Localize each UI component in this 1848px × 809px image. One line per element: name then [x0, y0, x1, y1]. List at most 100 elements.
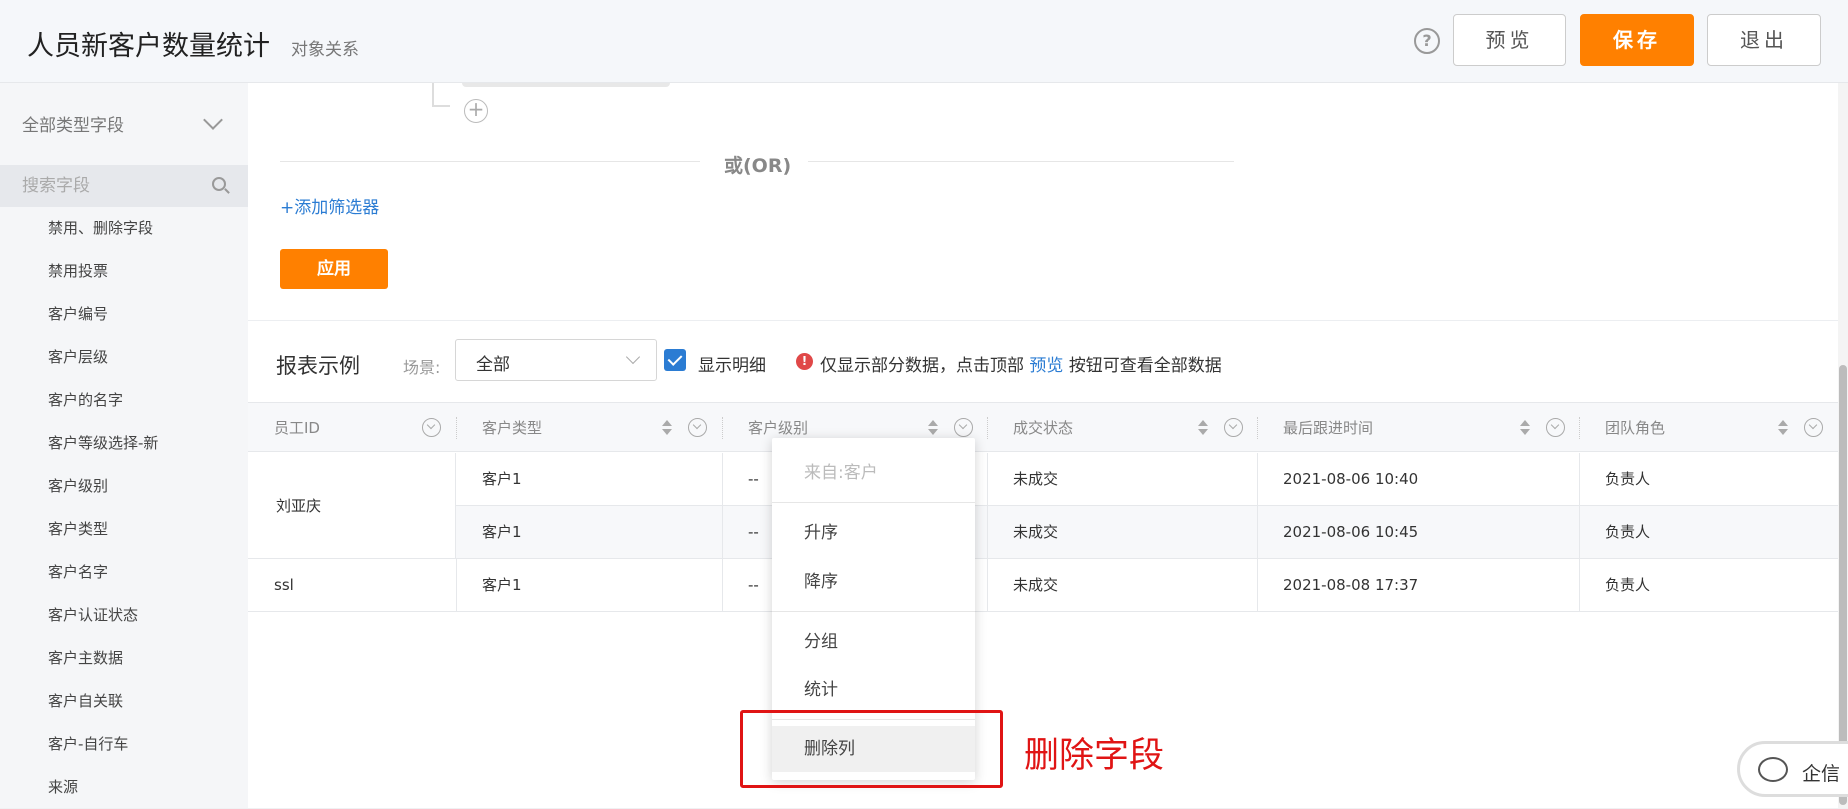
- warning-icon: !: [796, 353, 813, 370]
- column-header-customer-type[interactable]: 客户类型: [456, 403, 722, 453]
- field-item[interactable]: 客户层级: [0, 336, 248, 379]
- chevron-down-icon: [625, 349, 641, 365]
- annotation-label: 删除字段: [1024, 736, 1165, 776]
- cell-last-followup: 2021-08-06 10:40: [1283, 470, 1419, 488]
- field-sidebar: 全部类型字段 禁用、删除字段 禁用投票 客户编号 客户层级 客户的名字 客户等级…: [0, 83, 248, 808]
- column-header-last-followup[interactable]: 最后跟进时间: [1257, 403, 1579, 453]
- exit-button[interactable]: 退出: [1707, 14, 1821, 66]
- cell-last-followup: 2021-08-06 10:45: [1283, 523, 1419, 541]
- table-row: ssl 客户1 -- 未成交 2021-08-08 17:37 负责人: [248, 559, 1838, 612]
- notice-preview-link[interactable]: 预览: [1029, 356, 1063, 376]
- scene-select[interactable]: 全部: [455, 339, 657, 381]
- cell-customer-type: 客户1: [482, 523, 522, 541]
- menu-divider: [772, 502, 975, 503]
- table-row: 客户1 -- 未成交 2021-08-06 10:40 负责人: [248, 453, 1838, 506]
- menu-item-sort-desc[interactable]: 降序: [772, 559, 975, 605]
- main-panel: + 或(OR) +添加筛选器 应用 报表示例 场景: 全部 显示明细 ! 仅显示…: [248, 83, 1838, 808]
- chat-label: 企信: [1802, 763, 1841, 785]
- column-menu-icon[interactable]: [422, 418, 441, 437]
- chat-widget[interactable]: 企信: [1737, 741, 1848, 797]
- notice-suffix: 按钮可查看全部数据: [1068, 356, 1222, 376]
- column-menu-icon[interactable]: [688, 418, 707, 437]
- top-header: 人员新客户数量统计 对象关系 ? 预览 保存 退出: [0, 0, 1848, 83]
- sort-icon[interactable]: [1520, 420, 1530, 436]
- scene-label: 场景:: [403, 358, 441, 377]
- or-label: 或(OR): [724, 155, 792, 177]
- field-item[interactable]: 客户-自行车: [0, 723, 248, 766]
- cell-customer-level: --: [748, 523, 759, 541]
- show-detail-label: 显示明细: [698, 356, 766, 376]
- column-menu-icon[interactable]: [1224, 418, 1243, 437]
- field-item[interactable]: 客户的名字: [0, 379, 248, 422]
- field-item[interactable]: 客户认证状态: [0, 594, 248, 637]
- field-item[interactable]: 客户编号: [0, 293, 248, 336]
- field-type-dropdown[interactable]: 全部类型字段: [22, 111, 124, 136]
- menu-item-sort-asc[interactable]: 升序: [772, 510, 975, 556]
- field-item[interactable]: 客户等级选择-新: [0, 422, 248, 465]
- cell-last-followup: 2021-08-08 17:37: [1283, 576, 1419, 594]
- show-detail-checkbox[interactable]: [664, 349, 686, 371]
- column-border: [1257, 453, 1258, 612]
- search-input[interactable]: [22, 175, 202, 197]
- field-item[interactable]: 禁用、删除字段: [0, 207, 248, 250]
- page-title: 人员新客户数量统计: [27, 31, 270, 62]
- menu-divider: [772, 611, 975, 612]
- add-condition-icon[interactable]: +: [464, 99, 488, 123]
- tree-connector-branch: [432, 105, 450, 107]
- field-item[interactable]: 客户主数据: [0, 637, 248, 680]
- vertical-scrollbar[interactable]: [1838, 83, 1848, 808]
- field-item[interactable]: 禁用投票: [0, 250, 248, 293]
- cell-team-role: 负责人: [1605, 470, 1651, 488]
- section-divider: [248, 320, 1838, 321]
- preview-button[interactable]: 预览: [1453, 14, 1566, 66]
- add-filter-link[interactable]: +添加筛选器: [280, 193, 379, 218]
- column-menu-icon[interactable]: [1546, 418, 1565, 437]
- sort-icon[interactable]: [662, 420, 672, 436]
- help-icon[interactable]: ?: [1414, 28, 1440, 54]
- table-header: 员工ID 客户类型 客户级别 成交状态 最后跟进时间 团队角色: [248, 402, 1838, 452]
- column-border: [722, 453, 723, 612]
- save-button[interactable]: 保存: [1580, 14, 1694, 66]
- column-border: [456, 559, 457, 612]
- report-title: 报表示例: [276, 354, 360, 378]
- scrollbar-thumb[interactable]: [1839, 365, 1847, 805]
- menu-item-group[interactable]: 分组: [772, 619, 975, 665]
- chevron-down-icon[interactable]: [203, 110, 223, 130]
- or-divider-left: [280, 161, 700, 162]
- field-list: 禁用、删除字段 禁用投票 客户编号 客户层级 客户的名字 客户等级选择-新 客户…: [0, 207, 248, 809]
- cell-deal-status: 未成交: [1013, 523, 1059, 541]
- sort-icon[interactable]: [1778, 420, 1788, 436]
- field-item[interactable]: 客户类型: [0, 508, 248, 551]
- menu-item-source: 来自:客户: [804, 463, 878, 483]
- column-header-team-role[interactable]: 团队角色: [1579, 403, 1838, 453]
- cell-customer-level: --: [748, 470, 759, 488]
- cell-deal-status: 未成交: [1013, 576, 1059, 594]
- annotation-highlight-box: [740, 710, 1003, 788]
- cell-employee-id: 刘亚庆: [276, 497, 322, 515]
- search-icon[interactable]: [212, 177, 226, 191]
- sort-icon[interactable]: [1198, 420, 1208, 436]
- notice-prefix: 仅显示部分数据，点击顶部: [820, 356, 1024, 376]
- menu-item-statistics[interactable]: 统计: [772, 667, 975, 713]
- field-item[interactable]: 来源: [0, 766, 248, 809]
- column-border: [1579, 453, 1580, 612]
- partial-data-notice: 仅显示部分数据，点击顶部 预览 按钮可查看全部数据: [820, 351, 1222, 376]
- column-menu-icon[interactable]: [1804, 418, 1823, 437]
- cell-customer-type: 客户1: [482, 576, 522, 594]
- column-header-deal-status[interactable]: 成交状态: [987, 403, 1257, 453]
- scene-value: 全部: [476, 355, 510, 375]
- cell-employee-id-merged: 刘亚庆: [248, 453, 456, 559]
- sort-icon[interactable]: [928, 420, 938, 436]
- column-border: [987, 453, 988, 612]
- cell-customer-type: 客户1: [482, 470, 522, 488]
- field-item[interactable]: 客户名字: [0, 551, 248, 594]
- column-menu-icon[interactable]: [954, 418, 973, 437]
- cell-team-role: 负责人: [1605, 523, 1651, 541]
- apply-button[interactable]: 应用: [280, 249, 388, 289]
- cell-customer-level: --: [748, 576, 759, 594]
- or-divider-right: [808, 161, 1234, 162]
- filter-condition-box: [462, 83, 670, 87]
- cell-employee-id: ssl: [274, 576, 294, 594]
- field-item[interactable]: 客户级别: [0, 465, 248, 508]
- field-item[interactable]: 客户自关联: [0, 680, 248, 723]
